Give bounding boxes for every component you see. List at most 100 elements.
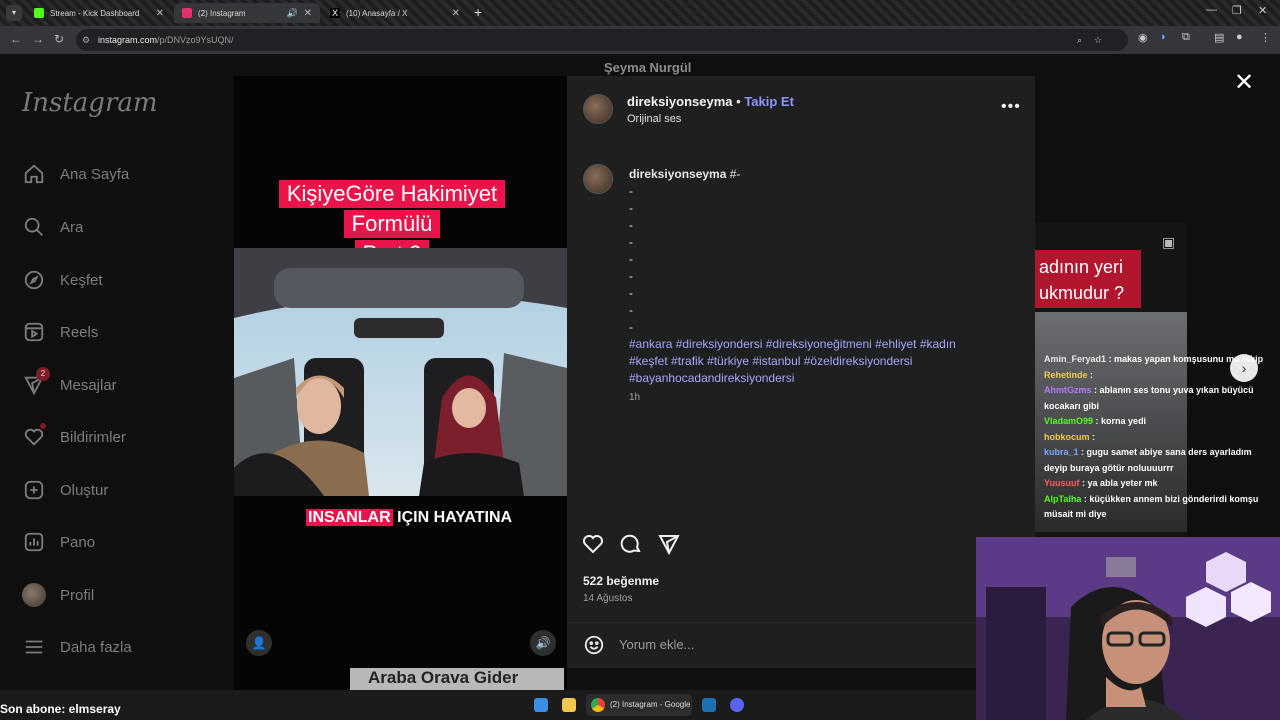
- car-interior-photo: [234, 248, 567, 496]
- sidebar-item-label: Ara: [60, 218, 84, 236]
- sidebar-item-home[interactable]: Ana Sayfa: [22, 162, 129, 186]
- tab-label: (2) Instagram: [198, 8, 246, 18]
- zoom-icon[interactable]: ⌕: [1077, 29, 1082, 51]
- comment-row: [567, 622, 1035, 668]
- bookmark-star-icon[interactable]: ☆: [1094, 29, 1102, 51]
- caption-line: -: [629, 320, 633, 334]
- like-heart-icon[interactable]: [581, 532, 605, 556]
- new-tab-button[interactable]: +: [474, 4, 482, 20]
- author-avatar[interactable]: [583, 94, 613, 124]
- sidebar-item-label: Oluştur: [60, 481, 109, 499]
- reel-video[interactable]: KişiyeGöre Hakimiyet Formülü Part 2: [234, 76, 567, 690]
- steam-icon[interactable]: [702, 698, 716, 712]
- sidebar-item-messages[interactable]: 2 Mesajlar: [22, 367, 117, 397]
- caption-text: #-: [729, 167, 741, 181]
- extensions-puzzle-icon[interactable]: ⧉: [1182, 31, 1190, 44]
- profile-avatar: [22, 583, 46, 607]
- more-options-icon[interactable]: •••: [1001, 98, 1021, 116]
- sidebar-item-dashboard[interactable]: Pano: [22, 530, 95, 554]
- window-close-icon[interactable]: ✕: [1258, 4, 1267, 17]
- share-icon[interactable]: [657, 532, 681, 556]
- search-icon: [22, 215, 46, 239]
- site-info-icon[interactable]: ⚙: [82, 29, 90, 51]
- tab-search-button[interactable]: ▾: [6, 5, 22, 21]
- file-explorer-icon[interactable]: [562, 698, 576, 712]
- close-tab-icon[interactable]: ✕: [452, 8, 460, 19]
- browser-toolbar: ← → ↻ ⚙ instagram.com/p/DNVzo9YsUQN/ ⌕ ☆…: [0, 26, 1280, 54]
- sidebar-item-label: Pano: [60, 533, 96, 551]
- browser-menu-icon[interactable]: ⋮: [1260, 31, 1271, 44]
- x-favicon: X: [330, 8, 340, 18]
- profile-icon[interactable]: ●: [1236, 31, 1243, 43]
- taskbar-label: (2) Instagram - Google C: [610, 700, 692, 709]
- hashtags-line[interactable]: #ankara #direksiyondersi #direksiyoneğit…: [629, 336, 1009, 353]
- discord-icon[interactable]: [730, 698, 744, 712]
- background-thumbnail-text: Araba Orava Gider: [350, 668, 564, 690]
- chat-message: Rehetinde :: [1044, 369, 1094, 380]
- sidebar-item-create[interactable]: Oluştur: [22, 478, 108, 502]
- subtitle-highlight: INSANLAR: [306, 509, 393, 526]
- sidebar-item-reels[interactable]: Reels: [22, 320, 98, 344]
- webcam-overlay: [976, 537, 1280, 720]
- notification-dot: [40, 423, 46, 429]
- sidebar-item-more[interactable]: Daha fazla: [22, 635, 132, 659]
- sidebar-toggle-icon[interactable]: ▤: [1214, 31, 1224, 44]
- comment-input[interactable]: [619, 637, 919, 652]
- follow-button[interactable]: Takip Et: [744, 94, 794, 109]
- caption-line: -: [629, 184, 633, 198]
- like-count[interactable]: 522 beğenme: [583, 574, 659, 588]
- kick-favicon: [34, 8, 44, 18]
- post-date: 14 Ağustos: [583, 593, 633, 604]
- tab-kick-dashboard[interactable]: Stream - Kick Dashboard ✕: [26, 3, 172, 23]
- close-modal-icon[interactable]: ✕: [1234, 68, 1254, 97]
- hashtags-line[interactable]: #keşfet #trafik #türkiye #istanbul #özel…: [629, 353, 1009, 370]
- caption-line: -: [629, 218, 633, 232]
- windows-start-icon[interactable]: [534, 698, 548, 712]
- comment-icon[interactable]: [619, 532, 643, 556]
- caption-avatar[interactable]: [583, 164, 613, 194]
- reload-icon[interactable]: ↻: [54, 32, 64, 46]
- post-header-user: direksiyonseyma • Takip Et: [627, 94, 794, 109]
- post-panel: direksiyonseyma • Takip Et Orijinal ses …: [567, 76, 1035, 668]
- caption-time[interactable]: 1h: [629, 392, 640, 403]
- tagged-users-icon[interactable]: 👤: [246, 630, 272, 656]
- tab-instagram[interactable]: (2) Instagram 🔊 ✕: [174, 3, 320, 23]
- emoji-icon[interactable]: [583, 634, 605, 661]
- hashtags[interactable]: #ankara #direksiyondersi #direksiyoneğit…: [629, 336, 1009, 387]
- back-icon[interactable]: ←: [10, 32, 22, 46]
- extension-icon[interactable]: ◉: [1138, 31, 1148, 44]
- sidebar-item-explore[interactable]: Keşfet: [22, 268, 103, 292]
- sidebar-item-notifications[interactable]: Bildirimler: [22, 423, 126, 449]
- minimize-icon[interactable]: —: [1206, 4, 1217, 16]
- sidebar-item-profile[interactable]: Profil: [22, 583, 94, 607]
- forward-icon[interactable]: →: [32, 32, 44, 46]
- reel-icon: ▣: [1162, 234, 1176, 250]
- author-username[interactable]: direksiyonseyma: [627, 94, 733, 109]
- plus-square-icon: [22, 478, 46, 502]
- caption-username[interactable]: direksiyonseyma: [629, 167, 726, 181]
- volume-icon[interactable]: 🔊: [530, 630, 556, 656]
- caption-line: -: [629, 269, 633, 283]
- close-tab-icon[interactable]: ✕: [304, 8, 312, 19]
- tab-x[interactable]: X (10) Anasayfa / X ✕: [322, 3, 468, 23]
- chat-message: AlpTalha : küçükken annem bizi gönderird…: [1044, 493, 1259, 520]
- caption-dashes: - - - - - - - - -: [629, 183, 1009, 336]
- next-reel-line: ukmudur ?: [1039, 283, 1125, 303]
- maximize-icon[interactable]: ❐: [1232, 4, 1242, 17]
- audio-label[interactable]: Orijinal ses: [627, 113, 681, 125]
- caption-line: -: [629, 235, 633, 249]
- hashtags-line[interactable]: #bayanhocadandireksiyondersi: [629, 370, 1009, 387]
- tab-label: (10) Anasayfa / X: [346, 8, 408, 18]
- address-bar[interactable]: ⚙ instagram.com/p/DNVzo9YsUQN/ ⌕ ☆: [76, 29, 1128, 51]
- sidebar-item-search[interactable]: Ara: [22, 215, 83, 239]
- chat-message: kubra_1 : gugu samet abiye sana ders aya…: [1044, 447, 1252, 473]
- instagram-logo[interactable]: Instagram: [22, 88, 158, 118]
- reel-title-line: KişiyeGöre Hakimiyet: [278, 180, 506, 208]
- extension-icon[interactable]: ◗: [1160, 31, 1167, 43]
- taskbar-chrome-instagram[interactable]: (2) Instagram - Google C: [586, 694, 692, 716]
- chrome-icon: [591, 698, 605, 712]
- audio-playing-icon[interactable]: 🔊: [287, 8, 298, 19]
- close-tab-icon[interactable]: ✕: [156, 8, 164, 19]
- sidebar-item-label: Mesajlar: [60, 376, 117, 394]
- windows-taskbar: (2) Instagram - Google C: [0, 690, 976, 720]
